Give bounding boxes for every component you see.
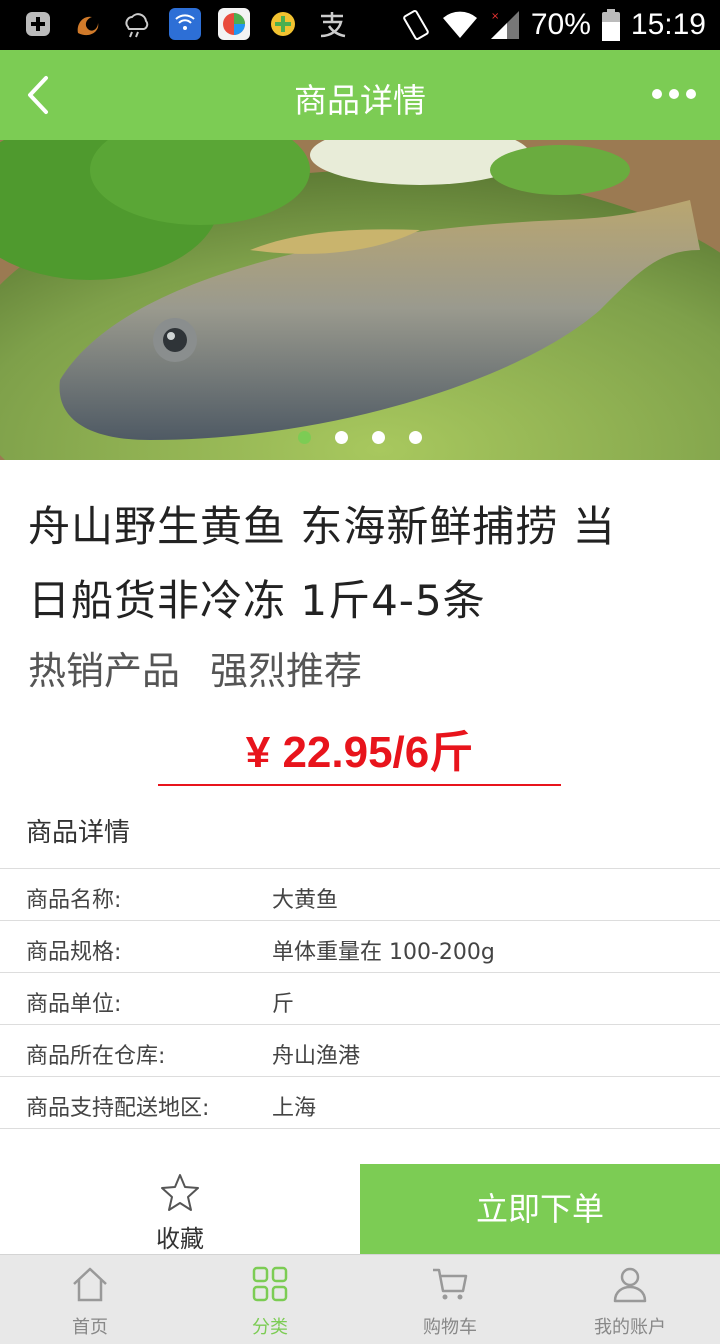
detail-label: 商品所在仓库: (26, 1044, 166, 1069)
cart-icon (433, 1268, 468, 1300)
carousel-dot-active[interactable] (298, 431, 311, 444)
user-icon (613, 1267, 647, 1303)
detail-value: 上海 (272, 1096, 317, 1121)
add-icon (22, 8, 54, 40)
tab-label: 分类 (252, 1317, 288, 1338)
buy-now-button[interactable]: 立即下单 (360, 1164, 720, 1254)
product-tags: 热销产品 强烈推荐 (28, 640, 362, 695)
detail-value: 大黄鱼 (272, 888, 339, 913)
more-dot (652, 89, 662, 99)
more-dot (686, 89, 696, 99)
detail-row: 商品名称: 大黄鱼 (0, 869, 720, 921)
bottom-tab-bar: 首页 分类 购物车 我的账户 (0, 1254, 720, 1344)
detail-row: 商品支持配送地区: 上海 (0, 1077, 720, 1129)
tab-home[interactable]: 首页 (0, 1255, 180, 1344)
carousel-dot[interactable] (335, 431, 348, 444)
detail-label: 商品单位: (26, 992, 122, 1017)
plus-app-icon (267, 8, 299, 40)
weather-icon (120, 8, 152, 40)
status-bar: × 70% 15:19 (0, 0, 720, 50)
favorite-label: 收藏 (156, 1225, 204, 1253)
svg-text:×: × (491, 11, 499, 22)
tab-label: 首页 (72, 1317, 108, 1338)
detail-label: 商品规格: (26, 940, 122, 965)
product-title: 舟山野生黄鱼 东海新鲜捕捞 当 日船货非冷冻 1斤4-5条 (28, 490, 708, 638)
product-tag: 强烈推荐 (210, 649, 363, 693)
signal-icon: × (490, 11, 519, 39)
tab-cart[interactable]: 购物车 (360, 1255, 540, 1344)
detail-label: 商品名称: (26, 888, 122, 913)
product-title-line: 日船货非冷冻 1斤4-5条 (28, 576, 486, 625)
category-icon (252, 1266, 288, 1302)
wifi-icon (442, 11, 477, 38)
tab-category[interactable]: 分类 (180, 1255, 360, 1344)
carousel-indicators (0, 431, 720, 444)
uc-browser-icon (71, 8, 103, 40)
detail-row: 商品规格: 单体重量在 100-200g (0, 921, 720, 973)
more-dot (669, 89, 679, 99)
carousel-dot[interactable] (372, 431, 385, 444)
detail-row: 商品单位: 斤 (0, 973, 720, 1025)
detail-value: 舟山渔港 (272, 1044, 361, 1069)
star-icon (161, 1174, 199, 1211)
product-price: ¥ 22.95/6斤 (158, 716, 561, 786)
product-tag: 热销产品 (28, 649, 181, 693)
status-indicators: × 70% 15:19 (401, 6, 706, 44)
tab-label: 我的账户 (594, 1317, 666, 1338)
detail-row: 商品所在仓库: 舟山渔港 (0, 1025, 720, 1077)
rotate-icon (403, 9, 429, 41)
tab-label: 购物车 (423, 1317, 477, 1338)
clock: 15:19 (630, 8, 706, 41)
product-photo (0, 140, 720, 460)
details-heading: 商品详情 (26, 818, 131, 848)
app-header: 商品详情 (0, 50, 720, 140)
notification-icons (22, 8, 348, 40)
detail-value: 单体重量在 100-200g (272, 940, 495, 965)
details-table: 商品名称: 大黄鱼 商品规格: 单体重量在 100-200g 商品单位: 斤 商… (0, 868, 720, 1129)
detail-label: 商品支持配送地区: (26, 1096, 210, 1121)
wifi-app-icon (169, 8, 201, 40)
carousel-dot[interactable] (409, 431, 422, 444)
battery-icon (601, 9, 620, 41)
favorite-button[interactable]: 收藏 (0, 1164, 360, 1254)
tab-account[interactable]: 我的账户 (540, 1255, 720, 1344)
product-title-line: 舟山野生黄鱼 东海新鲜捕捞 当 (28, 502, 616, 551)
app-store-icon (218, 8, 250, 40)
alipay-icon (316, 8, 348, 40)
more-menu-button[interactable] (652, 89, 696, 99)
home-icon (73, 1267, 107, 1302)
product-image-carousel[interactable] (0, 140, 720, 460)
page-title: 商品详情 (294, 81, 426, 120)
detail-value: 斤 (272, 992, 295, 1017)
battery-percent: 70% (530, 8, 591, 41)
